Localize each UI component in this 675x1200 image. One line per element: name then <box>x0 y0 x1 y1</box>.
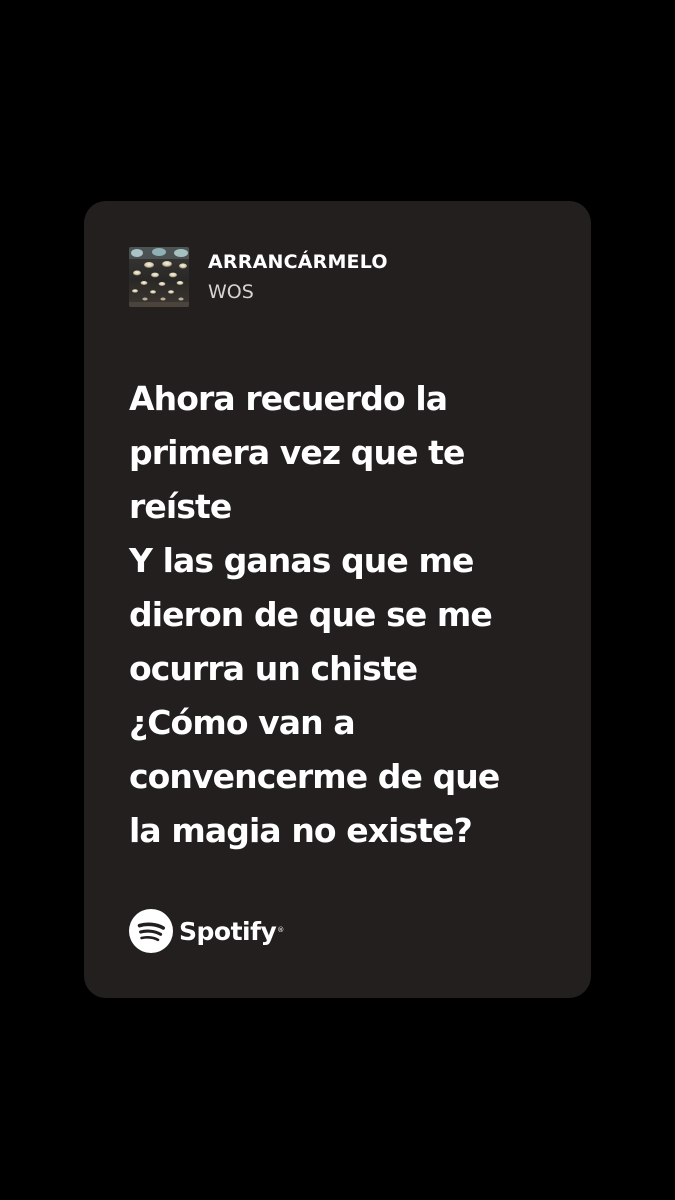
registered-mark: ® <box>277 926 285 934</box>
lyric-line: ¿Cómo van a <box>129 703 356 742</box>
lyric-line: la magia no existe? <box>129 811 473 850</box>
lyric-line: primera vez que te <box>129 433 465 472</box>
artist-name: WOS <box>208 281 254 303</box>
lyrics-share-card: ARRANCÁRMELO WOS Ahora recuerdo la prime… <box>84 201 591 998</box>
song-title: ARRANCÁRMELO <box>208 251 388 273</box>
album-cover-image <box>129 247 189 307</box>
album-cover <box>129 247 189 307</box>
lyric-line: dieron de que se me <box>129 595 493 634</box>
lyric-line: reíste <box>129 487 232 526</box>
lyric-line: Ahora recuerdo la <box>129 379 448 418</box>
spotify-brand: Spotify ® <box>129 909 284 953</box>
spotify-logo-icon <box>129 909 173 953</box>
lyrics-block: Ahora recuerdo la primera vez que te reí… <box>129 372 569 858</box>
lyric-line: Y las ganas que me <box>129 541 474 580</box>
spotify-wordmark: Spotify <box>179 916 277 946</box>
lyric-line: ocurra un chiste <box>129 649 418 688</box>
song-header: ARRANCÁRMELO WOS <box>129 247 388 307</box>
lyric-line: convencerme de que <box>129 757 500 796</box>
song-meta: ARRANCÁRMELO WOS <box>208 250 388 304</box>
